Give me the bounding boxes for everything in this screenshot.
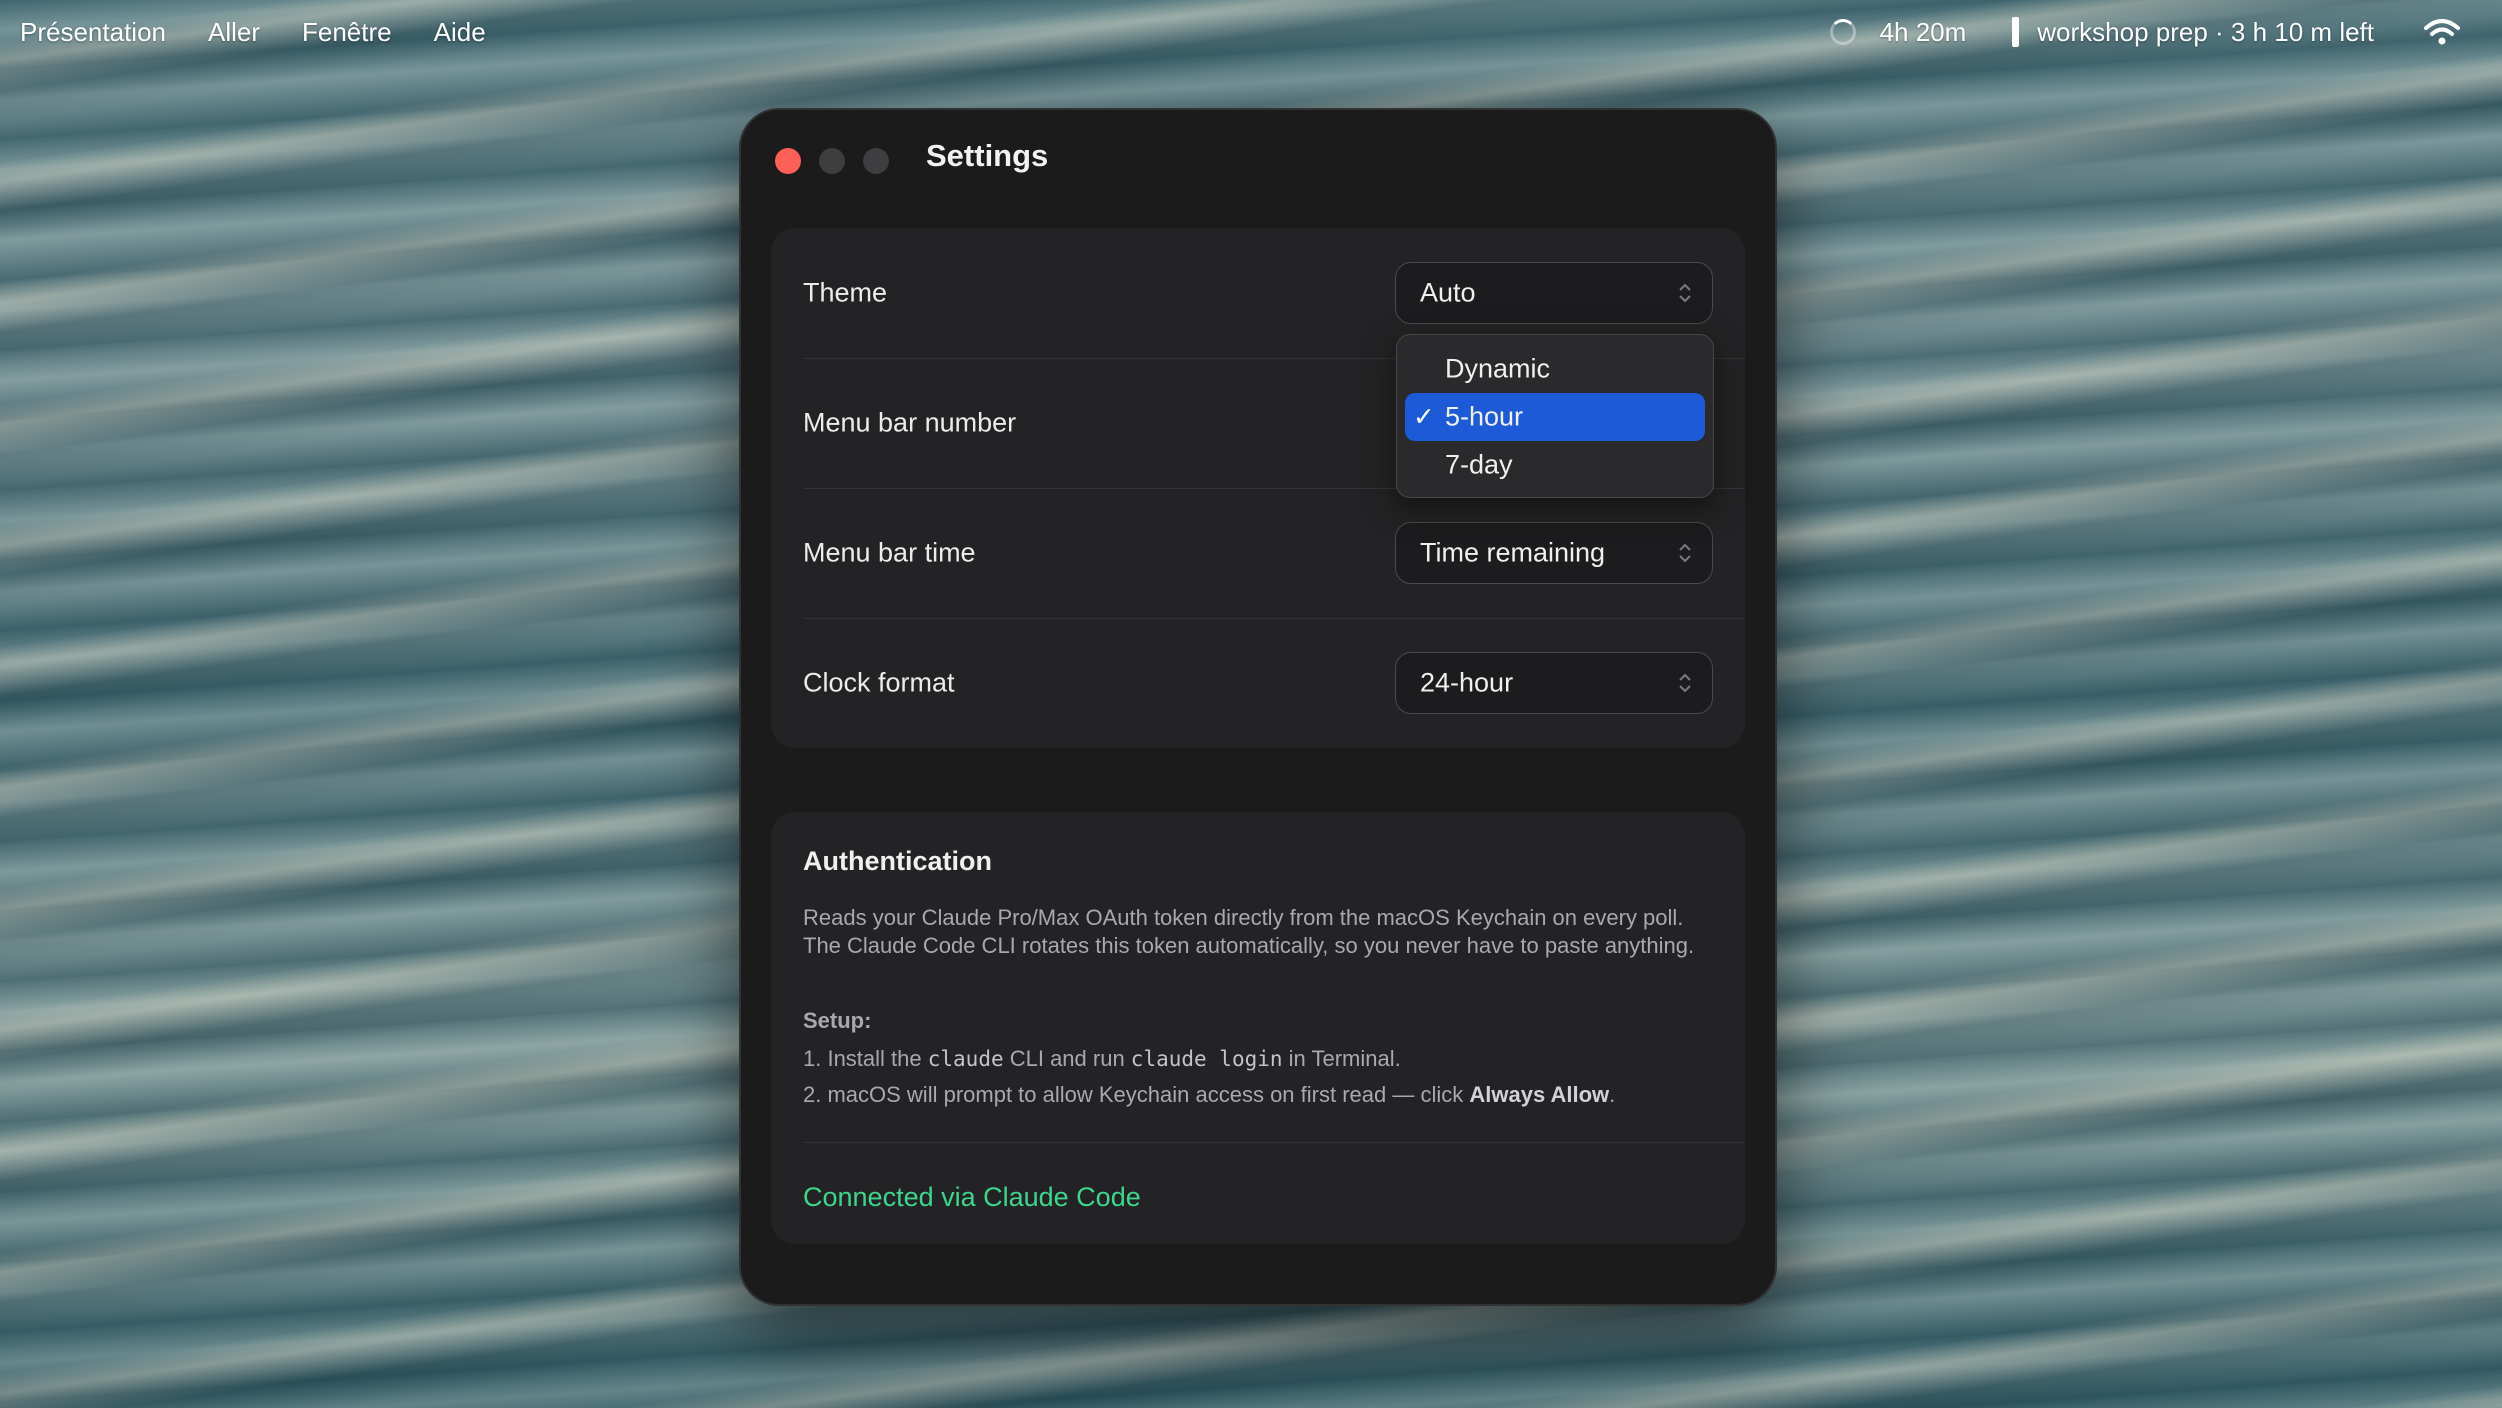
code-claude-login: claude login	[1130, 1047, 1283, 1071]
event-bar-icon	[2012, 17, 2020, 47]
usage-timer[interactable]: 4h 20m	[1880, 17, 1967, 48]
setup-step-2: 2. macOS will prompt to allow Keychain a…	[803, 1082, 1616, 1107]
setup-step-1: 1. Install the claude CLI and run claude…	[803, 1046, 1401, 1071]
menu-bar-time-value: Time remaining	[1420, 537, 1606, 568]
menu-aide[interactable]: Aide	[434, 17, 486, 48]
option-label: Dynamic	[1445, 353, 1551, 384]
clock-format-value: 24-hour	[1420, 667, 1514, 698]
chevron-updown-icon	[1679, 673, 1691, 693]
menu-bar-number-dropdown[interactable]: Dynamic ✓ 5-hour 7-day	[1396, 334, 1714, 498]
minimize-icon[interactable]	[819, 148, 845, 174]
close-icon[interactable]	[775, 148, 801, 174]
option-label: 5-hour	[1445, 401, 1524, 432]
menu-bar: Présentation Aller Fenêtre Aide 4h 20m w…	[0, 0, 2502, 64]
auth-heading: Authentication	[803, 846, 992, 876]
connection-status: Connected via Claude Code	[803, 1182, 1141, 1212]
menu-bar-time-row: Menu bar time Time remaining	[771, 488, 1745, 618]
option-5-hour[interactable]: ✓ 5-hour	[1405, 393, 1705, 441]
option-7-day[interactable]: 7-day	[1405, 441, 1705, 489]
theme-label: Theme	[803, 277, 888, 308]
chevron-updown-icon	[1679, 543, 1691, 563]
divider	[803, 1142, 1745, 1143]
menu-aller[interactable]: Aller	[208, 17, 260, 48]
authentication-card: Authentication Reads your Claude Pro/Max…	[771, 812, 1745, 1244]
menu-bar-left: Présentation Aller Fenêtre Aide	[0, 17, 486, 48]
theme-value: Auto	[1420, 277, 1476, 308]
menu-fenetre[interactable]: Fenêtre	[302, 17, 392, 48]
menu-bar-status-area: 4h 20m workshop prep · 3 h 10 m left	[1829, 0, 2462, 64]
window-controls	[775, 148, 889, 174]
menu-bar-number-label: Menu bar number	[803, 407, 1017, 438]
zoom-icon[interactable]	[863, 148, 889, 174]
option-dynamic[interactable]: Dynamic	[1405, 345, 1705, 393]
auth-description: Reads your Claude Pro/Max OAuth token di…	[803, 905, 1695, 958]
wifi-icon[interactable]	[2422, 17, 2462, 47]
setup-heading: Setup:	[803, 1008, 872, 1033]
theme-select[interactable]: Auto	[1395, 262, 1713, 324]
menu-presentation[interactable]: Présentation	[20, 17, 166, 48]
checkmark-icon: ✓	[1413, 401, 1435, 432]
option-label: 7-day	[1445, 449, 1513, 480]
chevron-updown-icon	[1679, 283, 1691, 303]
menu-bar-time-label: Menu bar time	[803, 537, 976, 568]
clock-format-label: Clock format	[803, 667, 955, 698]
code-claude: claude	[927, 1047, 1004, 1071]
calendar-event-status[interactable]: workshop prep · 3 h 10 m left	[2037, 17, 2374, 48]
settings-window: Settings Theme Auto Menu bar number Menu…	[739, 108, 1777, 1306]
clock-format-select[interactable]: 24-hour	[1395, 652, 1713, 714]
window-title: Settings	[926, 138, 1049, 173]
spinner-icon[interactable]	[1829, 19, 1856, 45]
menu-bar-time-select[interactable]: Time remaining	[1395, 522, 1713, 584]
always-allow-text: Always Allow	[1469, 1082, 1610, 1107]
clock-format-row: Clock format 24-hour	[771, 618, 1745, 748]
